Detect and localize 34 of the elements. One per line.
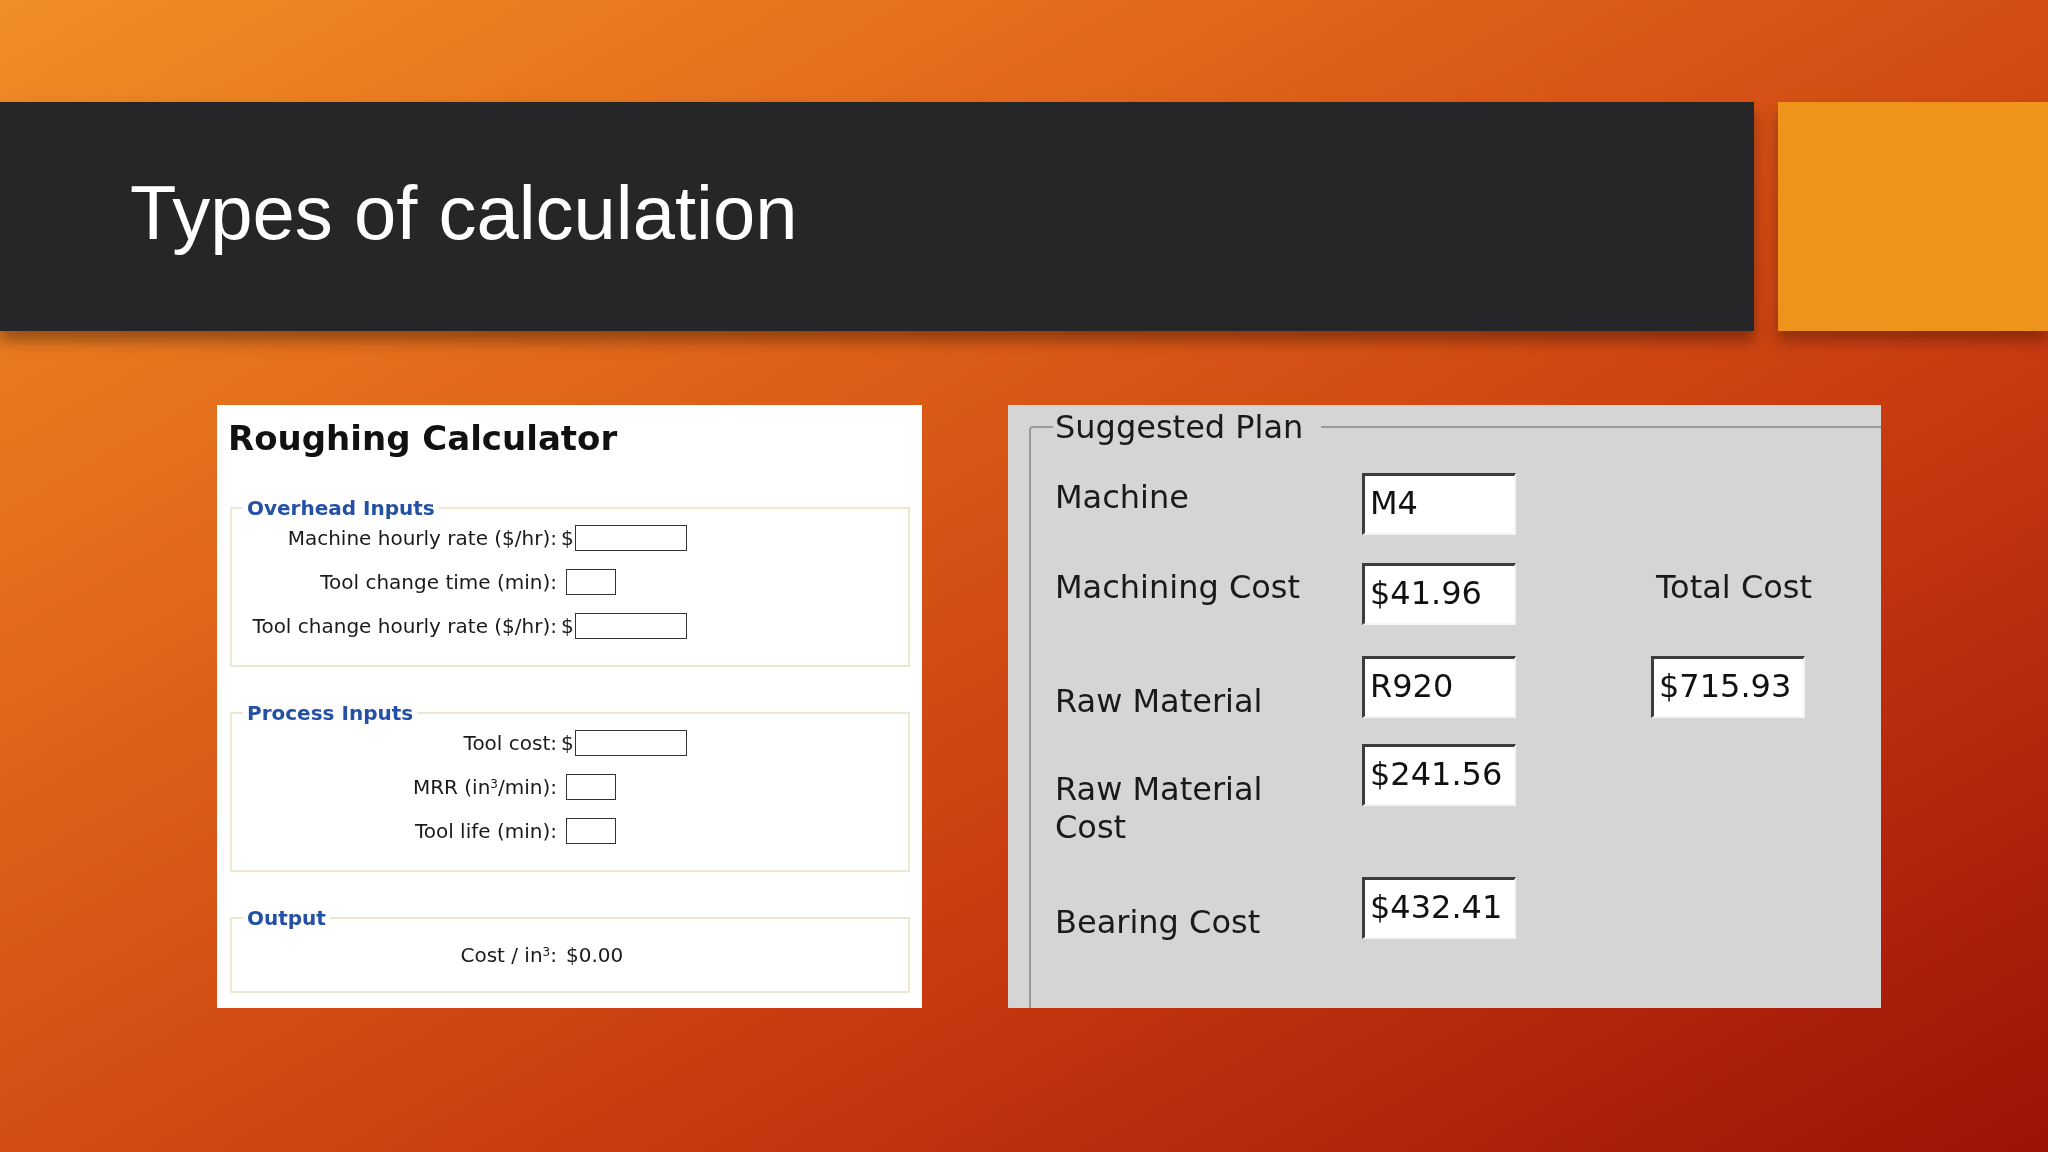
field-label: Tool cost: [462, 731, 557, 755]
input-field[interactable] [574, 730, 687, 756]
output-label: Cost / in$^{3}$: [459, 943, 557, 967]
group-legend: Suggested Plan [1053, 408, 1322, 446]
currency-sign: $ [561, 526, 574, 550]
input-field[interactable] [574, 525, 687, 551]
section-legend: Overhead Inputs [243, 497, 439, 519]
currency-sign: $ [561, 731, 574, 755]
input-field[interactable] [566, 818, 616, 844]
input-field[interactable] [574, 613, 687, 639]
value-field[interactable]: $241.56 [1362, 744, 1516, 806]
section-legend: Process Inputs [243, 702, 418, 724]
field-label: Tool life (min): [413, 819, 557, 843]
field-label: Machine hourly rate ($/hr): [286, 526, 557, 550]
output-value: $0.00 [566, 943, 624, 967]
field-label: Machining Cost [1055, 567, 1301, 606]
input-field[interactable] [566, 774, 616, 800]
field-label: Tool change hourly rate ($/hr): [251, 614, 557, 638]
input-field[interactable] [566, 569, 616, 595]
value-field[interactable]: M4 [1362, 473, 1516, 535]
calculator-title: Roughing Calculator [228, 418, 619, 458]
value-field[interactable]: R920 [1362, 656, 1516, 718]
field-label: Raw Material [1055, 681, 1263, 720]
field-label: Total Cost [1656, 567, 1813, 606]
value-field[interactable]: $432.41 [1362, 877, 1516, 939]
currency-sign: $ [561, 614, 574, 638]
field-label: Tool change time (min): [319, 570, 557, 594]
field-label: Bearing Cost [1055, 902, 1261, 941]
field-label: MRR (in$^{3}$/min): [411, 775, 557, 799]
value-field[interactable]: $715.93 [1651, 656, 1805, 718]
section-legend: Output [243, 907, 330, 929]
field-label: Raw Material Cost [1055, 769, 1264, 846]
value-field[interactable]: $41.96 [1362, 563, 1516, 625]
field-label: Machine [1055, 477, 1189, 516]
